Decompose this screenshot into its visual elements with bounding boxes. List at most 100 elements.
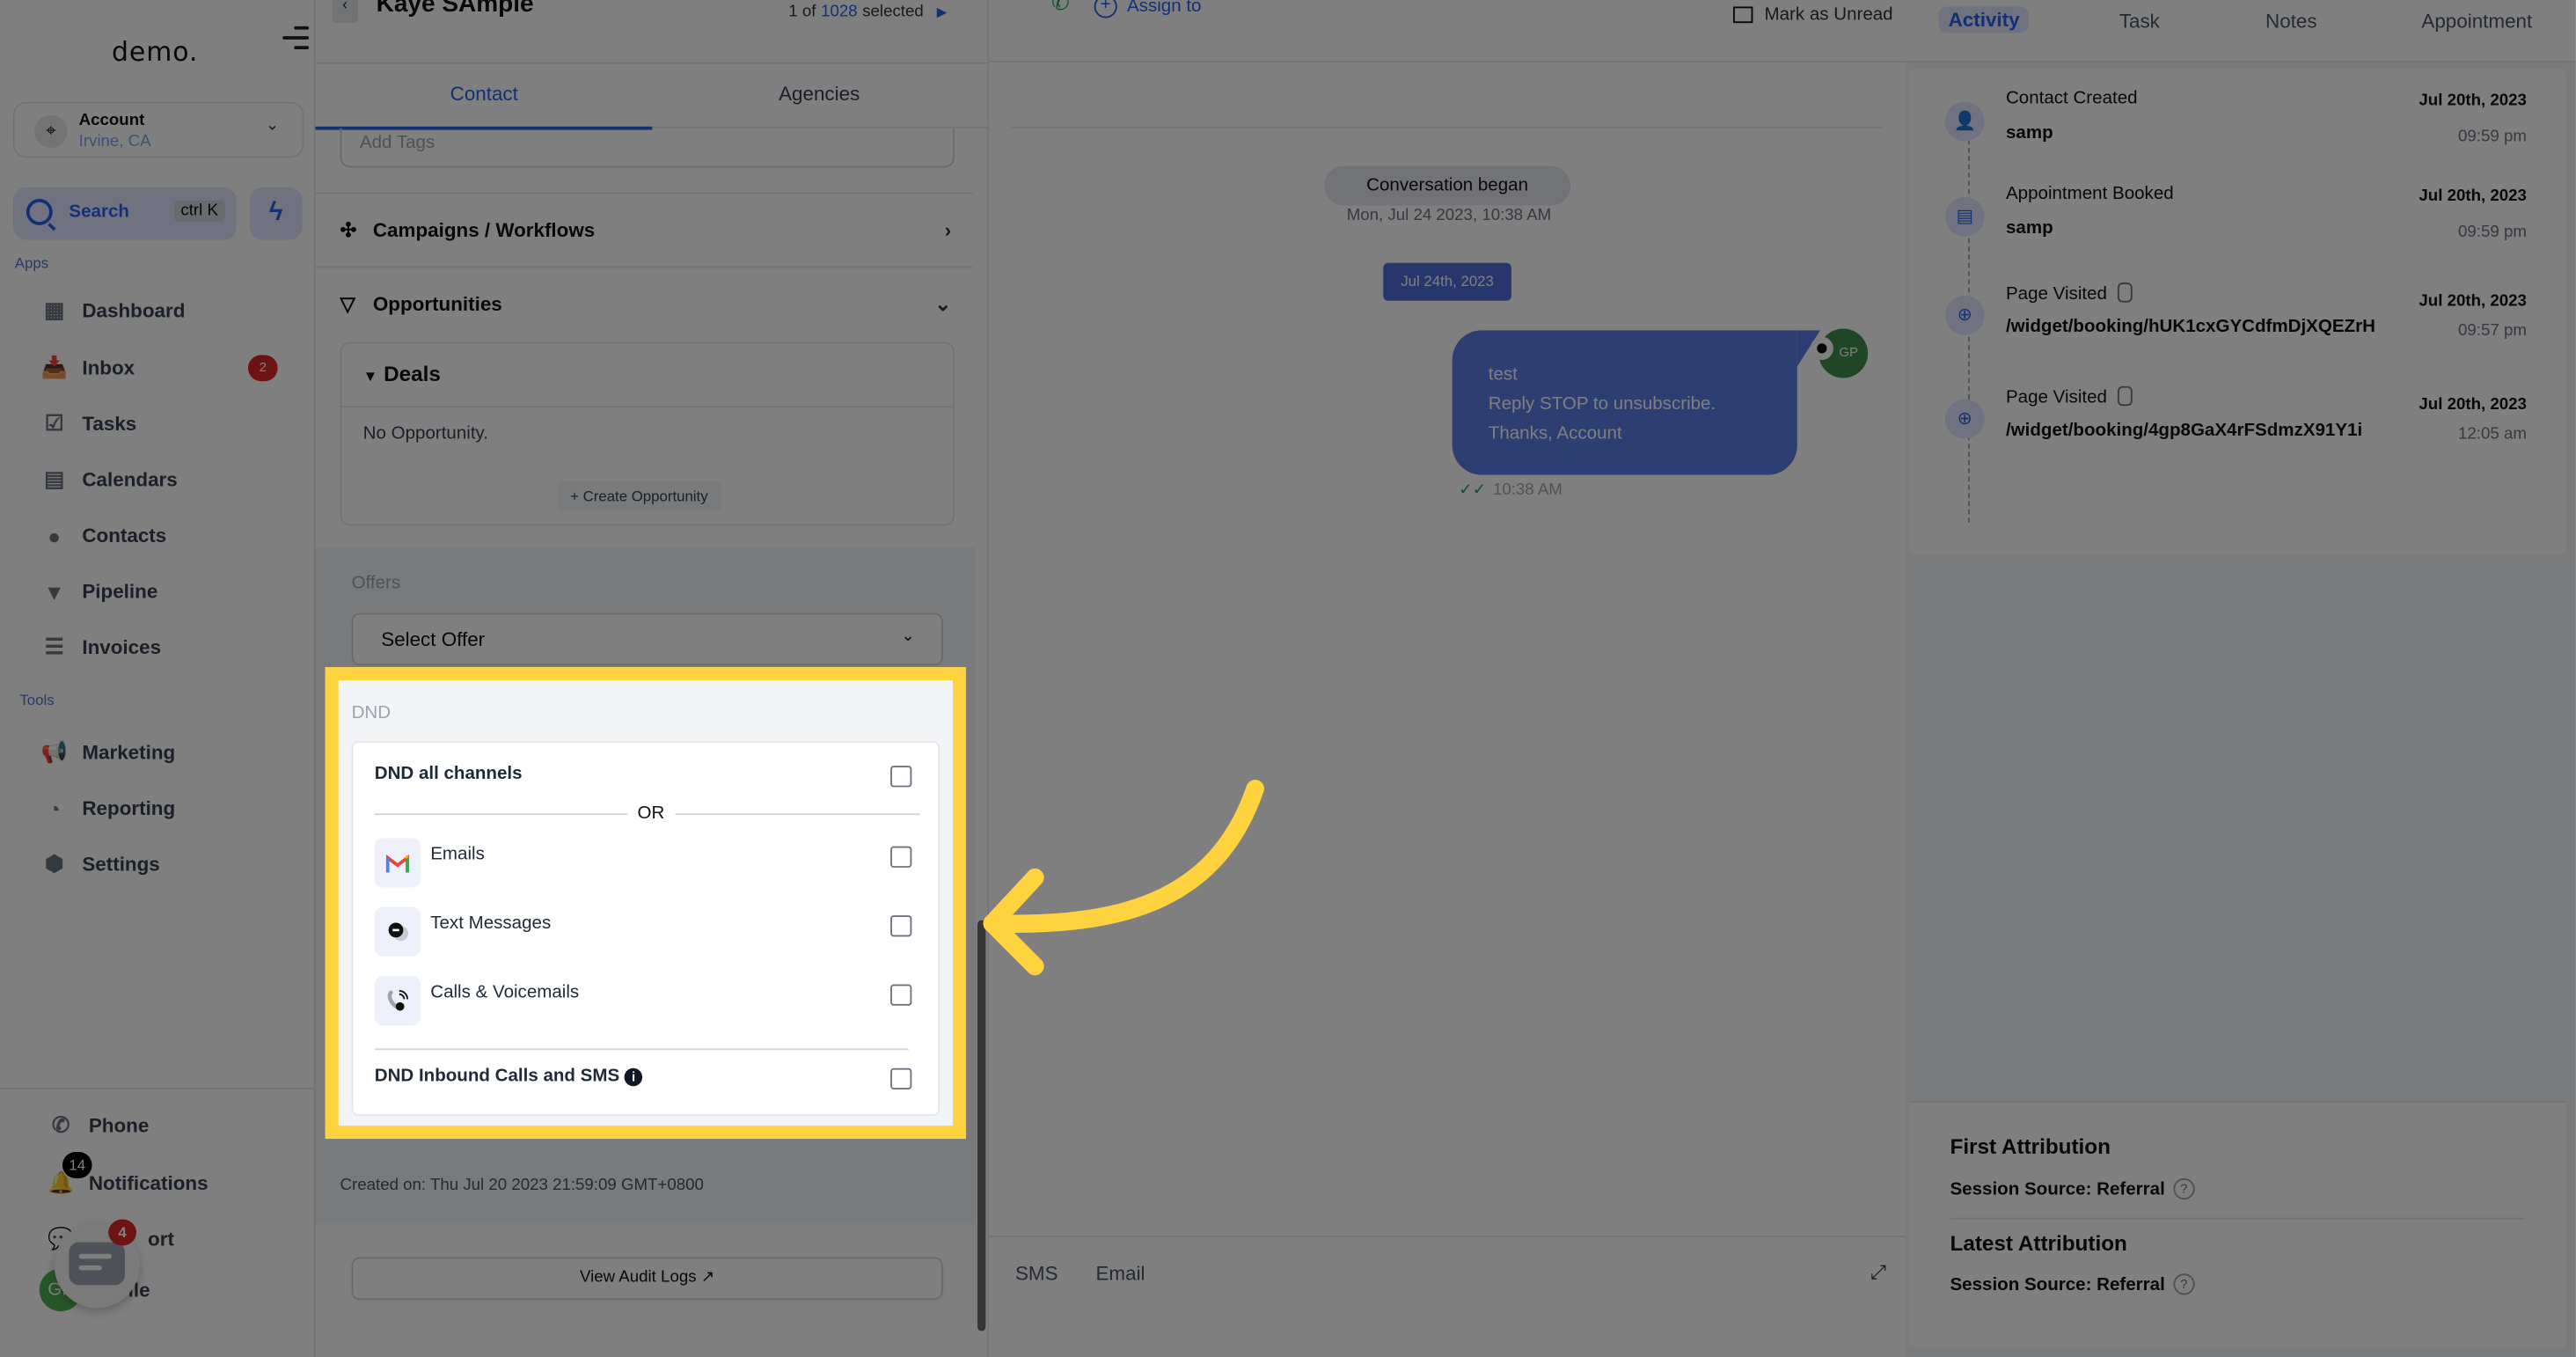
- dnd-text-messages-checkbox[interactable]: [890, 915, 912, 937]
- deals-card: ▼ Deals No Opportunity. + Create Opportu…: [340, 341, 955, 526]
- assign-label: Assign to: [1126, 0, 1202, 17]
- compose-tab-email[interactable]: Email: [1095, 1262, 1145, 1285]
- activity-time: 09:59 pm: [2458, 128, 2527, 147]
- sidebar-item-contacts[interactable]: ● Contacts: [40, 517, 303, 554]
- activity-date: Jul 20th, 2023: [2419, 92, 2527, 111]
- message-line: Thanks, Account: [1488, 423, 1622, 444]
- sidebar-item-dashboard[interactable]: ▦ Dashboard: [40, 292, 303, 328]
- sidebar-item-label: Pipeline: [82, 580, 158, 604]
- source-text: Session Source: Referral: [1950, 1178, 2165, 1199]
- deals-title: Deals: [384, 361, 441, 386]
- sidebar-item-label: Settings: [82, 853, 160, 877]
- dnd-calls-voicemails-label: Calls & Voicemails: [430, 982, 580, 1003]
- tab-agencies[interactable]: Agencies: [779, 82, 860, 105]
- envelope-icon: [1733, 6, 1753, 24]
- sidebar-item-label: Tasks: [82, 412, 137, 436]
- back-button[interactable]: ‹: [332, 0, 359, 24]
- create-opportunity-button[interactable]: + Create Opportunity: [557, 481, 721, 511]
- mark-as-unread-button[interactable]: Mark as Unread: [1733, 5, 1893, 25]
- dnd-inbound-checkbox[interactable]: [890, 1067, 912, 1090]
- settings-icon: ⬢: [45, 851, 64, 877]
- divider: [315, 266, 973, 268]
- invoices-icon: ☰: [44, 634, 64, 659]
- info-icon[interactable]: i: [624, 1067, 643, 1087]
- tab-notes[interactable]: Notes: [2265, 10, 2317, 33]
- pager-suffix: selected: [862, 3, 924, 22]
- opportunities-row[interactable]: ▽ Opportunities ⌄: [340, 292, 952, 315]
- dnd-emails-label: Emails: [430, 844, 485, 865]
- plus-icon: +: [570, 488, 579, 505]
- account-switcher[interactable]: ⌖ Account Irvine, CA ⌄: [12, 101, 304, 158]
- tab-contact[interactable]: Contact: [450, 82, 518, 105]
- sidebar-divider: [0, 1088, 316, 1090]
- call-icon[interactable]: ✆: [1051, 0, 1069, 17]
- sidebar-item-pipeline[interactable]: ▼ Pipeline: [40, 574, 303, 610]
- dnd-calls-voicemails-checkbox[interactable]: [890, 984, 912, 1006]
- activity-date: Jul 20th, 2023: [2419, 292, 2527, 311]
- sidebar-item-label: Dashboard: [82, 298, 186, 322]
- next-contact-icon[interactable]: ▶: [937, 5, 947, 20]
- view-audit-logs-button[interactable]: View Audit Logs ↗: [351, 1257, 943, 1301]
- activity-title: Page Visited: [2005, 387, 2107, 408]
- sidebar-item-tasks[interactable]: ☑ Tasks: [40, 406, 303, 442]
- attribution-card: First Attribution Session Source: Referr…: [1908, 1101, 2566, 1348]
- sidebar-item-marketing[interactable]: 📢 Marketing: [40, 735, 303, 771]
- dnd-all-channels-checkbox[interactable]: [890, 766, 912, 788]
- opportunities-label: Opportunities: [372, 292, 502, 316]
- contact-pager: 1 of 1028 selected ▶: [788, 4, 947, 22]
- double-check-icon: ✓✓: [1459, 481, 1487, 500]
- calendar-icon: ▤: [1944, 197, 1985, 237]
- compose-tab-sms[interactable]: SMS: [1015, 1262, 1058, 1285]
- copy-icon[interactable]: [2117, 282, 2132, 303]
- chevron-right-icon: ›: [944, 218, 952, 242]
- apps-section-label: Apps: [14, 254, 49, 272]
- sidebar-item-label: Phone: [88, 1114, 150, 1138]
- sidebar-item-phone[interactable]: ✆ Phone: [46, 1108, 309, 1144]
- activity-title-wrap: Page Visited: [2006, 282, 2132, 304]
- activity-detail[interactable]: /widget/booking/4gp8GaX4rFSdmzX91Y1i: [2006, 421, 2362, 440]
- tab-appointment[interactable]: Appointment: [2421, 10, 2532, 33]
- sidebar-item-label: ort: [148, 1227, 174, 1251]
- assign-to-button[interactable]: + Assign to: [1094, 0, 1202, 18]
- dnd-emails-checkbox[interactable]: [890, 846, 912, 868]
- divider: [1012, 126, 1883, 128]
- offer-select-value: Select Offer: [381, 627, 486, 651]
- sidebar-item-label: Inbox: [82, 356, 135, 380]
- conversation-began-date: Mon, Jul 24 2023, 10:38 AM: [1346, 207, 1552, 225]
- menu-toggle-icon[interactable]: [282, 26, 310, 50]
- sidebar-item-settings[interactable]: ⬢ Settings: [40, 847, 303, 883]
- search-button[interactable]: Search ctrl K: [12, 187, 237, 240]
- inbox-badge: 2: [247, 355, 278, 382]
- activity-time: 09:57 pm: [2458, 321, 2527, 341]
- created-on-text: Created on: Thu Jul 20 2023 21:59:09 GMT…: [340, 1176, 704, 1195]
- sidebar-item-reporting[interactable]: ◔ Reporting: [40, 790, 303, 826]
- sidebar-item-inbox[interactable]: 📥 Inbox 2: [40, 350, 303, 386]
- tab-task[interactable]: Task: [2119, 10, 2160, 33]
- search-label: Search: [69, 202, 129, 223]
- activity-detail[interactable]: /widget/booking/hUK1cxGYCdfmDjXQEZrH: [2006, 317, 2375, 336]
- deals-header[interactable]: ▼ Deals: [363, 362, 441, 386]
- globe-icon: ⊕: [1944, 296, 1985, 335]
- pager-total[interactable]: 1028: [821, 4, 858, 22]
- activity-date: Jul 20th, 2023: [2419, 187, 2527, 206]
- sidebar-item-invoices[interactable]: ☰ Invoices: [40, 629, 303, 665]
- tags-input[interactable]: Add Tags: [340, 128, 955, 168]
- expand-icon[interactable]: ⤢: [1870, 1260, 1886, 1285]
- sidebar-item-calendars[interactable]: ▤ Calendars: [40, 462, 303, 498]
- puzzle-icon: ✣: [340, 218, 357, 242]
- tab-activity[interactable]: Activity: [1938, 6, 2030, 33]
- reporting-icon: ◔: [48, 796, 61, 821]
- dnd-label: DND: [351, 703, 392, 723]
- help-icon[interactable]: ?: [2173, 1273, 2195, 1295]
- annotation-arrow-icon: [983, 780, 1264, 976]
- copy-icon[interactable]: [2117, 385, 2132, 407]
- campaigns-workflows-row[interactable]: ✣ Campaigns / Workflows ›: [340, 218, 952, 241]
- caret-down-icon: ▼: [362, 368, 378, 385]
- globe-icon: ⊕: [1944, 399, 1985, 439]
- quick-actions-button[interactable]: ϟ: [249, 187, 303, 240]
- help-icon[interactable]: ?: [2173, 1177, 2195, 1200]
- chat-widget-badge: 4: [108, 1219, 136, 1246]
- offer-select[interactable]: Select Offer ⌄: [351, 612, 943, 666]
- message-line: test: [1488, 364, 1518, 385]
- dnd-card: DND all channels OR Emails Text Messages…: [351, 741, 940, 1116]
